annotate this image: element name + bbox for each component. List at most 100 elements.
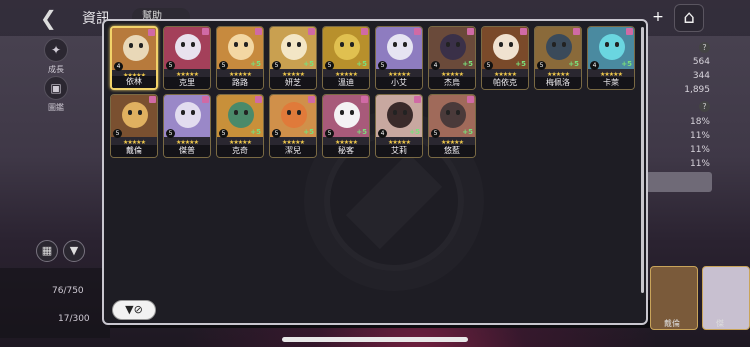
help-question-icon[interactable]: ?	[646, 101, 710, 112]
character-level: 5	[219, 129, 228, 138]
character-card[interactable]: 5 ★★★★★ 小艾	[375, 26, 423, 90]
character-plus: +5	[250, 128, 261, 136]
character-plus: +5	[356, 60, 367, 68]
character-card[interactable]: 4★★★★★依林	[110, 26, 158, 90]
character-level: 5	[378, 61, 387, 70]
class-badge-icon	[149, 96, 156, 103]
behind-character-label: 戴倫	[664, 319, 680, 328]
help-question-icon[interactable]: ?	[646, 42, 710, 53]
stat-value: 1,895	[684, 85, 710, 95]
character-card[interactable]: 5 ★★★★★ 傑普	[163, 94, 211, 158]
plus-icon[interactable]: +	[651, 10, 665, 25]
character-portrait: 4 +5	[376, 95, 422, 138]
character-card[interactable]: 5 +5 ★★★★★ 悠藍	[428, 94, 476, 158]
character-card[interactable]: 5 +5 ★★★★★ 秘客	[322, 94, 370, 158]
character-face	[546, 34, 572, 60]
character-card[interactable]: 5 +5 ★★★★★ 妍芝	[269, 26, 317, 90]
character-card[interactable]: 5 +5 ★★★★★ 潔兒	[269, 94, 317, 158]
character-face	[440, 34, 466, 60]
character-portrait: 5 +5	[217, 27, 263, 70]
character-card[interactable]: 5 +5 ★★★★★ 克奇	[216, 94, 264, 158]
character-name: 梅佩洛	[535, 77, 581, 89]
filter-button[interactable]: ▼⊘	[112, 300, 156, 320]
character-eye	[350, 42, 354, 47]
character-portrait: 5 +5	[217, 95, 263, 138]
character-portrait: 4 +5	[429, 27, 475, 70]
class-badge-icon	[255, 28, 262, 35]
home-icon[interactable]: ⌂	[674, 4, 704, 32]
character-card[interactable]: 4 +5 ★★★★★ 卡萊	[587, 26, 635, 90]
character-card[interactable]: 5 +5 ★★★★★ 溫迪	[322, 26, 370, 90]
character-portrait: 5 +5	[323, 95, 369, 138]
character-name: 杰烏	[429, 77, 475, 89]
character-card[interactable]: 5 ★★★★★ 戴倫	[110, 94, 158, 158]
character-face	[228, 102, 254, 128]
character-eye	[562, 42, 566, 47]
character-level: 5	[325, 61, 334, 70]
character-name: 妍芝	[270, 77, 316, 89]
character-name: 戴倫	[111, 145, 157, 157]
scrollbar[interactable]	[641, 27, 644, 293]
grid-view-icon[interactable]: ▦	[36, 240, 58, 262]
class-badge-icon	[202, 96, 209, 103]
character-level: 5	[272, 129, 281, 138]
sidebar-item-growth[interactable]: ✦ 成長	[38, 38, 74, 75]
class-badge-icon	[520, 28, 527, 35]
behind-character-card[interactable]	[702, 266, 750, 330]
character-eye	[456, 110, 460, 115]
character-eye	[287, 110, 291, 115]
character-level: 5	[537, 61, 546, 70]
character-eye	[552, 42, 556, 47]
class-badge-icon	[573, 28, 580, 35]
behind-character-label: 傑	[716, 319, 724, 328]
character-eye	[446, 42, 450, 47]
character-level: 4	[114, 62, 123, 71]
filter-icon[interactable]: ▼	[63, 240, 85, 262]
character-card[interactable]: 5 +5 ★★★★★ 路路	[216, 26, 264, 90]
sidebar-item-label: 圖鑑	[48, 103, 64, 112]
character-card[interactable]: 4 +5 ★★★★★ 艾莉	[375, 94, 423, 158]
home-indicator[interactable]	[282, 337, 468, 342]
character-portrait: 5 +5	[482, 27, 528, 70]
character-portrait: 5 +5	[270, 27, 316, 70]
character-eye	[456, 42, 460, 47]
sidebar-item-codex[interactable]: ▣ 圖鑑	[38, 76, 74, 113]
character-card[interactable]: 5 ★★★★★ 克里	[163, 26, 211, 90]
character-grid: 4★★★★★依林5★★★★★克里5+5★★★★★路路5+5★★★★★妍芝5+5★…	[110, 26, 640, 166]
character-eye	[191, 42, 195, 47]
character-face	[175, 34, 201, 60]
character-eye	[287, 42, 291, 47]
character-name: 路路	[217, 77, 263, 89]
character-portrait: 5	[111, 95, 157, 138]
character-plus: +5	[303, 60, 314, 68]
back-arrow-icon[interactable]: ❮	[40, 6, 70, 30]
character-card[interactable]: 5 +5 ★★★★★ 梅佩洛	[534, 26, 582, 90]
character-plus: +5	[462, 128, 473, 136]
character-portrait: 5 +5	[323, 27, 369, 70]
character-name: 帕依克	[482, 77, 528, 89]
character-plus: +5	[462, 60, 473, 68]
character-face	[281, 102, 307, 128]
character-face	[440, 102, 466, 128]
character-eye	[129, 43, 133, 48]
stat-value: 11%	[689, 145, 710, 155]
character-plus: +5	[621, 60, 632, 68]
character-name: 潔兒	[270, 145, 316, 157]
character-select-popup: 4★★★★★依林5★★★★★克里5+5★★★★★路路5+5★★★★★妍芝5+5★…	[102, 19, 648, 325]
character-plus: +5	[303, 128, 314, 136]
character-face	[175, 102, 201, 128]
codex-icon: ▣	[44, 76, 68, 100]
character-name: 秘客	[323, 145, 369, 157]
class-badge-icon	[414, 96, 421, 103]
character-card[interactable]: 5 +5 ★★★★★ 帕依克	[481, 26, 529, 90]
class-badge-icon	[626, 28, 633, 35]
character-eye	[615, 42, 619, 47]
character-face	[387, 102, 413, 128]
character-eye	[340, 110, 344, 115]
class-badge-icon	[202, 28, 209, 35]
character-eye	[181, 110, 185, 115]
growth-icon: ✦	[44, 38, 68, 62]
character-face	[334, 34, 360, 60]
character-eye	[297, 42, 301, 47]
character-card[interactable]: 4 +5 ★★★★★ 杰烏	[428, 26, 476, 90]
